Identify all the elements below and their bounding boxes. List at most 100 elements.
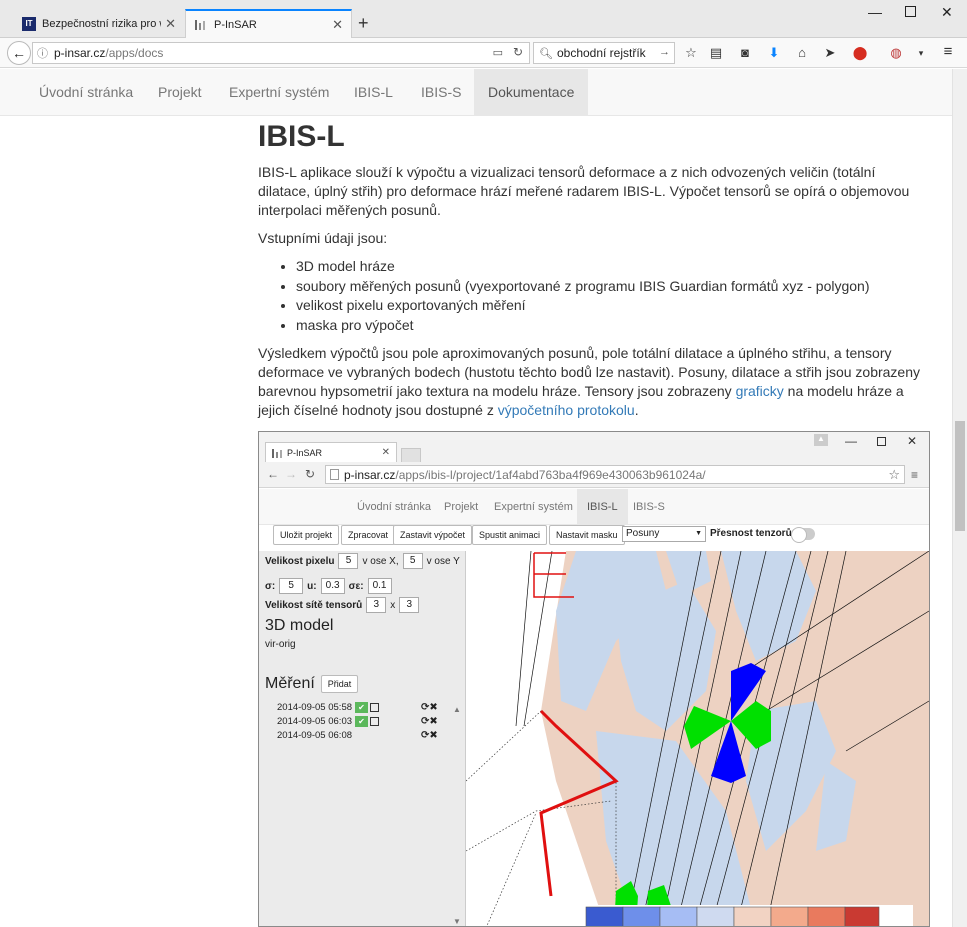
model-view-3d <box>465 550 929 926</box>
check-icon: ✔ <box>355 716 369 727</box>
search-bar[interactable]: 🔍︎ obchodní rejstřík → <box>533 42 675 64</box>
browser-tab-security[interactable]: IT Bezpečnostní rizika pro we... ✕ <box>14 9 184 38</box>
info-icon[interactable]: ⓘ <box>37 45 48 61</box>
inner-save-button: Uložit projekt <box>273 525 340 545</box>
results-paragraph: Výsledkem výpočtů jsou pole aproximovaný… <box>258 345 920 418</box>
close-tab-icon[interactable]: ✕ <box>165 16 176 32</box>
new-tab-icon[interactable]: + <box>358 13 369 34</box>
pixel-size-row: Velikost pixelu 5 v ose X, 5 v ose Y <box>265 553 460 569</box>
reading-list-icon[interactable]: ▤ <box>708 45 724 61</box>
refresh-delete-icons: ⟳✖ <box>421 702 438 713</box>
chevron-down-icon[interactable]: ▾ <box>913 48 929 59</box>
nav-ibis-s[interactable]: IBIS-S <box>407 69 475 116</box>
inner-nav-ibis-s: IBIS-S <box>633 501 665 513</box>
pixel-size-label: Velikost pixelu <box>265 555 335 567</box>
list-item: velikost pixelu exportovaných měření <box>296 296 930 316</box>
bookmark-star-icon[interactable]: ☆ <box>683 45 699 61</box>
refresh-delete-icons: ⟳✖ <box>421 730 438 741</box>
url-host: p-insar.cz <box>54 46 106 60</box>
measurement-item: 2014-09-05 05:58✔t ⟳✖ <box>277 702 438 713</box>
model-name: vir-orig <box>265 639 296 650</box>
inner-nav-expert: Expertní systém <box>494 501 573 513</box>
grid-size-label: Velikost sítě tensorů <box>265 599 363 611</box>
dropdown-arrow-icon: ▼ <box>695 530 702 537</box>
inner-tab-title: P-InSAR <box>287 447 323 458</box>
inner-menu-icon: ≡ <box>911 468 919 482</box>
inner-user-icon: ▲ <box>814 434 828 446</box>
nav-dokumentace[interactable]: Dokumentace <box>474 69 589 116</box>
nav-expertni-system[interactable]: Expertní systém <box>215 69 343 116</box>
send-icon[interactable]: ➤ <box>822 45 838 61</box>
grid-times-label: x <box>390 599 396 611</box>
sigma-eps-input: 0.1 <box>367 578 392 594</box>
reload-icon[interactable]: ↻ <box>513 45 523 59</box>
search-go-arrow-icon[interactable]: → <box>659 46 670 58</box>
search-icon: 🔍︎ <box>539 47 553 60</box>
nav-projekt[interactable]: Projekt <box>144 69 216 116</box>
sigma-input: 5 <box>279 578 304 594</box>
nav-ibis-l[interactable]: IBIS-L <box>340 69 407 116</box>
minimize-icon[interactable]: — <box>868 4 882 20</box>
u-label: u: <box>307 580 317 592</box>
inner-reload-icon: ↻ <box>305 467 316 481</box>
inner-side-panel: Velikost pixelu 5 v ose X, 5 v ose Y σ: … <box>259 551 466 926</box>
extension-icon[interactable]: ◍ <box>888 45 904 61</box>
sigma-row: σ: 5 u: 0.3 σε: 0.1 <box>265 578 392 594</box>
scrollbar-thumb[interactable] <box>955 421 965 531</box>
page-scrollbar[interactable] <box>952 69 967 927</box>
inner-new-tab <box>401 448 421 462</box>
intro-paragraph: IBIS-L aplikace slouží k výpočtu a vizua… <box>258 164 910 218</box>
pocket-icon[interactable]: ◙ <box>737 45 753 60</box>
pixel-x-input: 5 <box>338 553 359 569</box>
table-icon: t <box>370 703 380 712</box>
protocol-link[interactable]: výpočetního protokolu <box>498 402 635 418</box>
inner-url-host: p-insar.cz <box>344 467 396 482</box>
measurement-item: 2014-09-05 06:08 ⟳✖ <box>277 730 438 741</box>
browser-tab-bar: IT Bezpečnostní rizika pro we... ✕ P-InS… <box>0 0 967 38</box>
url-path: /apps/docs <box>105 46 164 60</box>
grid-size-row: Velikost sítě tensorů 3 x 3 <box>265 597 420 613</box>
table-icon: t <box>370 717 380 726</box>
inner-display-select: Posuny ▼ <box>622 526 706 542</box>
close-tab-icon[interactable]: ✕ <box>332 17 343 33</box>
reader-view-icon[interactable]: ▭ <box>493 46 503 59</box>
maximize-icon[interactable] <box>905 6 916 17</box>
back-arrow-icon[interactable]: ← <box>7 41 31 65</box>
pinsar-favicon-icon <box>194 18 208 32</box>
adblock-icon[interactable]: ⬤ <box>852 45 868 61</box>
browser-tab-pinsar[interactable]: P-InSAR ✕ <box>185 9 352 38</box>
sigma-eps-label: σε: <box>348 580 364 592</box>
doc-content: IBIS-L IBIS-L aplikace slouží k výpočtu … <box>258 116 930 420</box>
inner-nav-ibis-l: IBIS-L <box>577 489 628 525</box>
inner-site-nav: Úvodní stránka Projekt Expertní systém I… <box>259 489 929 525</box>
inner-back-icon: ← <box>267 467 279 481</box>
inner-close-icon: ✕ <box>907 434 918 448</box>
inner-maximize-icon <box>877 437 886 446</box>
graficky-link[interactable]: graficky <box>736 383 784 399</box>
nav-uvodni-stranka[interactable]: Úvodní stránka <box>25 69 147 116</box>
pixel-y-input: 5 <box>402 553 423 569</box>
search-text: obchodní rejstřík <box>556 46 646 60</box>
inputs-heading: Vstupními údaji jsou: <box>258 230 388 246</box>
download-icon[interactable]: ⬇ <box>766 45 782 61</box>
inner-close-tab-icon: ✕ <box>381 447 390 458</box>
inner-minimize-icon: — <box>845 434 857 448</box>
hamburger-menu-icon[interactable]: ≡ <box>940 43 956 60</box>
inner-address-bar: p-insar.cz/apps/ibis-l/project/1af4abd76… <box>325 465 905 484</box>
inner-forward-icon: → <box>285 467 297 481</box>
address-bar[interactable]: ⓘ p-insar.cz/apps/docs ▭ ↻ <box>32 42 530 64</box>
inner-star-icon: ☆ <box>888 467 900 482</box>
browser-nav-bar: ← ⓘ p-insar.cz/apps/docs ▭ ↻ 🔍︎ obchodní… <box>0 38 967 68</box>
inner-tab-bar: P-InSAR ✕ ▲ — ✕ <box>259 432 929 462</box>
inner-precision-toggle <box>791 527 815 543</box>
check-icon: ✔ <box>355 702 369 713</box>
inner-nav-bar: ← → ↻ p-insar.cz/apps/ibis-l/project/1af… <box>259 462 929 488</box>
color-scale-bar <box>585 906 880 926</box>
home-icon[interactable]: ⌂ <box>794 45 810 60</box>
axis-y-label: v ose Y <box>426 555 460 567</box>
list-item: maska pro výpočet <box>296 316 930 336</box>
inputs-list: 3D model hráze soubory měřených posunů (… <box>258 257 930 335</box>
measurements-heading: Měření Přidat <box>265 675 359 693</box>
close-window-icon[interactable]: ✕ <box>941 4 953 21</box>
scroll-down-icon: ▼ <box>453 917 461 926</box>
